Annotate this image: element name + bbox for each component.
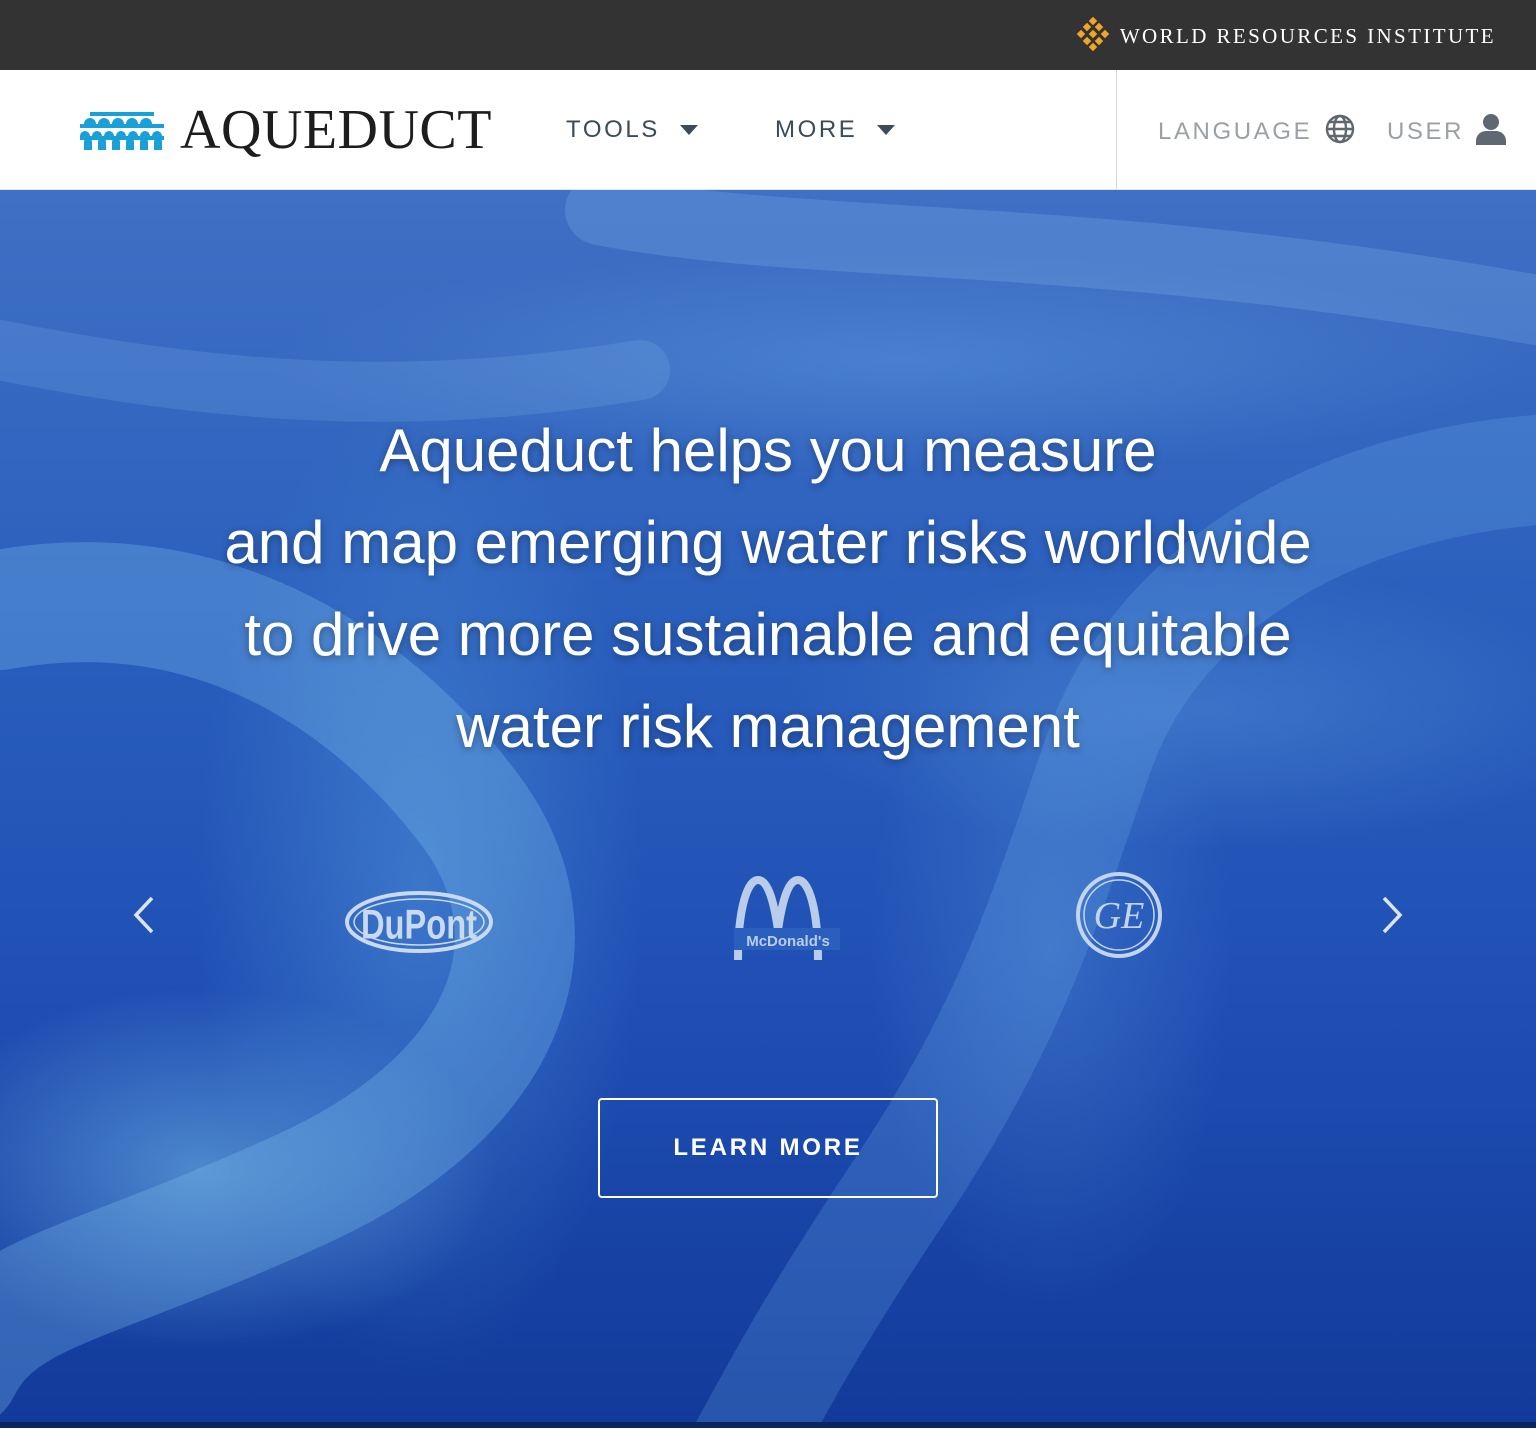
partner-logo-dupont: DuPont [344, 890, 494, 954]
headline-line: to drive more sustainable and equitable [244, 601, 1292, 668]
ge-monogram: GE [1094, 895, 1145, 937]
site-header: AQUEDUCT TOOLS MORE LANGUAGE USER [0, 70, 1536, 190]
headline-line: Aqueduct helps you measure [379, 417, 1157, 484]
globe-icon [1324, 113, 1356, 152]
nav-tools-dropdown[interactable]: TOOLS [566, 112, 698, 148]
chevron-right-icon [1382, 896, 1403, 934]
language-selector[interactable]: LANGUAGE [1158, 114, 1356, 150]
wri-logo-icon [1076, 16, 1110, 56]
carousel-prev-button[interactable] [130, 892, 160, 938]
partner-logo-ge: GE [1074, 866, 1164, 964]
user-label: USER [1387, 118, 1465, 145]
partner-logo-mcdonalds: McDonald's [732, 875, 842, 962]
headline-line: and map emerging water risks worldwide [224, 509, 1312, 576]
mcdonalds-wordmark: McDonald's [746, 933, 830, 950]
wri-name: WORLD RESOURCES INSTITUTE [1119, 23, 1496, 48]
language-label: LANGUAGE [1158, 118, 1313, 145]
wri-link[interactable]: WORLD RESOURCES INSTITUTE [1076, 16, 1496, 56]
nav-tools-label: TOOLS [566, 116, 660, 143]
brand-name: AQUEDUCT [180, 99, 492, 161]
nav-more-label: MORE [775, 116, 858, 143]
chevron-down-icon [679, 125, 698, 135]
carousel-next-button[interactable] [1376, 892, 1406, 938]
header-divider [1116, 70, 1117, 190]
hero-headline: Aqueduct helps you measure and map emerg… [118, 405, 1418, 773]
aqueduct-home-link[interactable]: AQUEDUCT [80, 96, 492, 164]
hero-section: Aqueduct helps you measure and map emerg… [0, 190, 1536, 1426]
headline-line: water risk management [456, 693, 1080, 760]
hero-background-reef [0, 190, 1536, 1426]
wri-top-bar: WORLD RESOURCES INSTITUTE [0, 0, 1536, 70]
aqueduct-arches-icon [80, 106, 164, 155]
hero-bottom-border [0, 1422, 1536, 1428]
nav-more-dropdown[interactable]: MORE [775, 112, 896, 148]
dupont-wordmark: DuPont [361, 900, 477, 947]
user-icon [1476, 113, 1507, 152]
learn-more-button[interactable]: LEARN MORE [598, 1098, 938, 1198]
chevron-left-icon [133, 896, 154, 934]
user-menu[interactable]: USER [1387, 113, 1507, 152]
chevron-down-icon [877, 125, 896, 135]
